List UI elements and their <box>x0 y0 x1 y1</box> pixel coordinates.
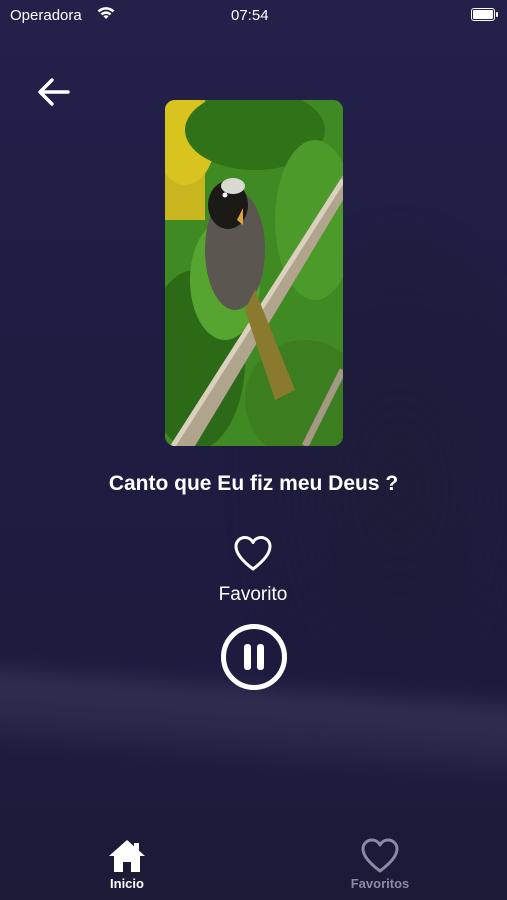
bird-image <box>165 100 343 446</box>
pause-circle-icon <box>221 624 287 690</box>
carrier-name: Operadora <box>10 7 82 24</box>
battery-icon <box>471 8 498 21</box>
tab-label-inicio: Inicio <box>110 876 144 891</box>
song-title: Canto que Eu fiz meu Deus ? <box>108 472 399 495</box>
tab-inicio[interactable]: Inicio <box>67 838 187 898</box>
back-button[interactable] <box>34 72 74 112</box>
pause-button[interactable] <box>220 623 288 691</box>
heart-outline-icon <box>234 536 272 571</box>
favorite-label: Favorito <box>218 584 288 605</box>
tab-favoritos[interactable]: Favoritos <box>320 838 440 898</box>
tab-label-favoritos: Favoritos <box>350 876 410 891</box>
home-icon <box>109 840 145 872</box>
wifi-icon <box>96 6 116 25</box>
heart-outline-icon <box>361 838 399 873</box>
favorite-button[interactable]: Favorito <box>203 534 303 606</box>
status-bar: Operadora 07:54 <box>0 0 507 30</box>
clock: 07:54 <box>231 7 269 24</box>
tab-bar: Inicio Favoritos <box>0 830 507 900</box>
arrow-left-icon <box>38 78 70 106</box>
